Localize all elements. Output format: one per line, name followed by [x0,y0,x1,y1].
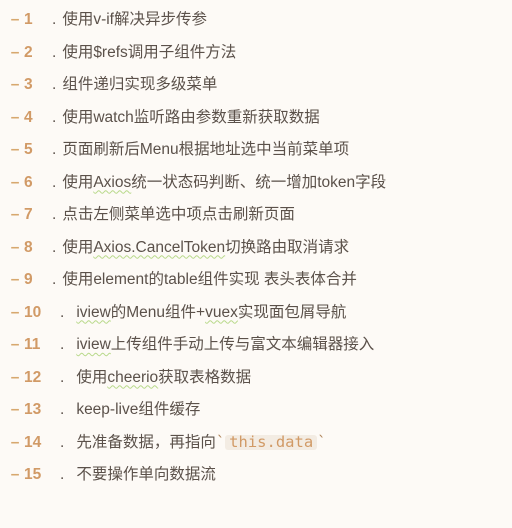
bullet-dash-icon: – [6,142,24,158]
bullet-dash-icon: – [6,370,24,386]
item-number: 5 [24,142,52,158]
item-number: 10 [24,305,60,321]
item-text: 组件递归实现多级菜单 [62,77,217,93]
item-number: 9 [24,272,52,288]
item-text: 点击左侧菜单选中项点击刷新页面 [62,207,295,223]
number-dot: . [60,467,64,483]
item-number: 6 [24,175,52,191]
list-item: –8. 使用Axios.CancelToken切换路由取消请求 [6,240,502,256]
backtick-icon: ` [317,435,326,451]
item-text: iview的Menu组件+vuex实现面包屑导航 [70,305,346,321]
list-item: –2. 使用$refs调用子组件方法 [6,45,502,61]
number-dot: . [52,142,56,158]
item-text: 使用watch监听路由参数重新获取数据 [62,110,320,126]
number-dot: . [52,77,56,93]
bullet-dash-icon: – [6,337,24,353]
number-dot: . [52,110,56,126]
bullet-dash-icon: – [6,207,24,223]
bullet-dash-icon: – [6,77,24,93]
item-number: 13 [24,402,60,418]
item-text: 使用v-if解决异步传参 [62,12,207,28]
item-number: 7 [24,207,52,223]
list-item: –6. 使用Axios统一状态码判断、统一增加token字段 [6,175,502,191]
item-text: 不要操作单向数据流 [70,467,216,483]
list-item: –4. 使用watch监听路由参数重新获取数据 [6,110,502,126]
number-dot: . [60,402,64,418]
bullet-dash-icon: – [6,240,24,256]
inline-code: this.data [225,435,317,451]
bullet-dash-icon: – [6,12,24,28]
number-dot: . [52,240,56,256]
ordered-list: –1.使用v-if解决异步传参–2.使用$refs调用子组件方法–3.组件递归实… [0,0,512,512]
number-dot: . [52,45,56,61]
item-text: 使用cheerio获取表格数据 [70,370,251,386]
item-number: 4 [24,110,52,126]
number-dot: . [52,272,56,288]
item-text: 使用Axios统一状态码判断、统一增加token字段 [62,175,386,191]
item-number: 1 [24,12,52,28]
item-text: 使用$refs调用子组件方法 [62,45,236,61]
number-dot: . [60,305,64,321]
list-item: –12. 使用cheerio获取表格数据 [6,370,502,386]
bullet-dash-icon: – [6,435,24,451]
item-text: 页面刷新后Menu根据地址选中当前菜单项 [62,142,349,158]
list-item: –15. 不要操作单向数据流 [6,467,502,483]
list-item: –11. iview上传组件手动上传与富文本编辑器接入 [6,337,502,353]
bullet-dash-icon: – [6,45,24,61]
number-dot: . [60,370,64,386]
item-text: 使用Axios.CancelToken切换路由取消请求 [62,240,349,256]
item-text: 使用element的table组件实现 表头表体合并 [62,272,357,288]
list-item: –14.先准备数据，再指向`this.data` [6,435,502,451]
bullet-dash-icon: – [6,305,24,321]
item-number: 3 [24,77,52,93]
list-item: –7. 点击左侧菜单选中项点击刷新页面 [6,207,502,223]
list-item: –10. iview的Menu组件+vuex实现面包屑导航 [6,305,502,321]
list-item: –9. 使用element的table组件实现 表头表体合并 [6,272,502,288]
item-text: keep-live组件缓存 [70,402,200,418]
bullet-dash-icon: – [6,467,24,483]
item-number: 11 [24,337,60,353]
list-item: –1. 使用v-if解决异步传参 [6,12,502,28]
bullet-dash-icon: – [6,402,24,418]
list-item: –3. 组件递归实现多级菜单 [6,77,502,93]
number-dot: . [52,12,56,28]
item-number: 15 [24,467,60,483]
item-number: 2 [24,45,52,61]
list-item: –5. 页面刷新后Menu根据地址选中当前菜单项 [6,142,502,158]
item-number: 8 [24,240,52,256]
backtick-icon: ` [216,435,225,451]
bullet-dash-icon: – [6,175,24,191]
list-item: –13. keep-live组件缓存 [6,402,502,418]
number-dot: . [60,337,64,353]
bullet-dash-icon: – [6,272,24,288]
number-dot: . [52,175,56,191]
number-dot: . [60,435,64,451]
item-number: 12 [24,370,60,386]
item-text: iview上传组件手动上传与富文本编辑器接入 [70,337,374,353]
item-text: 先准备数据，再指向 [70,435,216,451]
bullet-dash-icon: – [6,110,24,126]
item-number: 14 [24,435,60,451]
number-dot: . [52,207,56,223]
